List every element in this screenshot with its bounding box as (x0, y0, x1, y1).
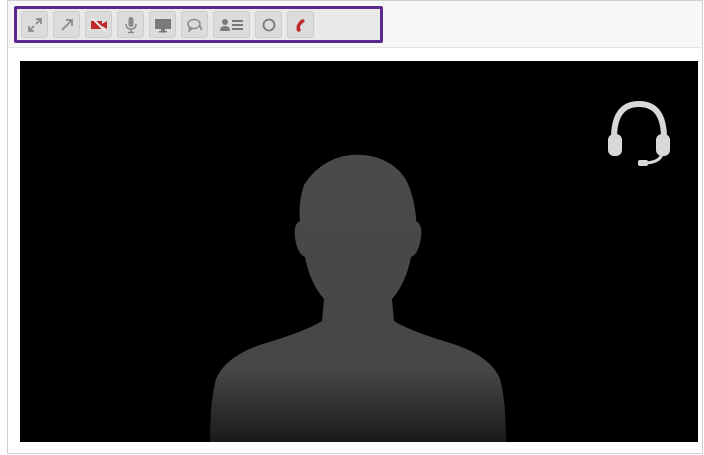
camera-toggle-button[interactable] (85, 11, 112, 38)
hangup-button[interactable] (287, 11, 314, 38)
video-off-icon (90, 16, 107, 33)
chat-button[interactable] (181, 11, 208, 38)
microphone-button[interactable] (117, 11, 144, 38)
toolbar-strip (8, 1, 702, 48)
call-controls-toolbar (14, 6, 383, 43)
expand-arrows-icon (27, 17, 42, 32)
screen-share-button[interactable] (149, 11, 176, 38)
contact-list-icon (219, 18, 243, 31)
monitor-icon (154, 18, 171, 32)
arrow-up-right-icon (60, 18, 73, 31)
microphone-icon (124, 16, 137, 33)
video-area (20, 61, 698, 442)
person-silhouette (210, 154, 506, 442)
phone-hangup-icon (296, 18, 305, 32)
fullscreen-button[interactable] (21, 11, 48, 38)
chat-bubbles-icon (186, 18, 202, 33)
record-button[interactable] (255, 11, 282, 38)
video-call-panel (7, 0, 703, 454)
participants-button[interactable] (213, 11, 250, 38)
headset-icon (608, 100, 670, 166)
popout-button[interactable] (53, 11, 80, 38)
circle-icon (262, 18, 275, 31)
